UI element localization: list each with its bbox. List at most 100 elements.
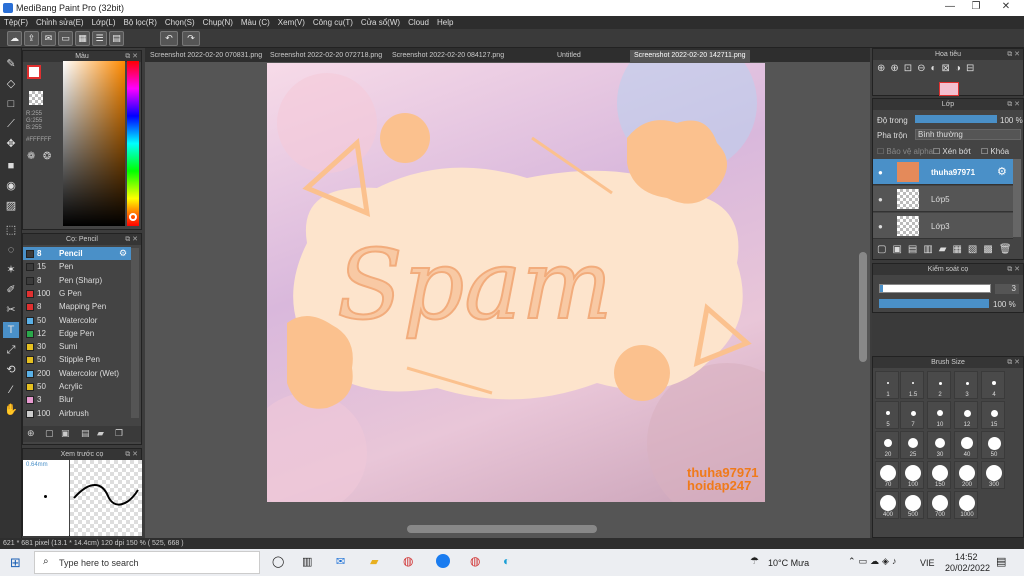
brush-size-value[interactable]: 3 [995, 284, 1019, 294]
brush-item[interactable]: 50 Acrylic [23, 380, 131, 393]
brush-size-cell[interactable]: 1 [875, 371, 899, 399]
panel-icon[interactable]: ▤ [109, 31, 124, 46]
eraser-tool-icon[interactable]: ◇ [3, 76, 19, 92]
brush-size-cell[interactable]: 700 [927, 491, 951, 519]
menu-filter[interactable]: Bộ lọc(R) [124, 18, 157, 27]
magic-wand-icon[interactable]: ✶ [3, 262, 19, 278]
brush-size-slider[interactable] [879, 284, 991, 293]
brush-size-cell[interactable]: 100 [900, 461, 924, 489]
layer-row[interactable]: ● Lớp5 [873, 186, 1013, 212]
brush-size-cell[interactable]: 400 [875, 491, 899, 519]
windows-start-icon[interactable]: ⊞ [10, 555, 21, 571]
brush-item[interactable]: 100 G Pen [23, 287, 131, 300]
layer-row-active[interactable]: ● thuha97971 ⚙ [873, 159, 1013, 185]
brush-size-cell[interactable]: 15 [981, 401, 1005, 429]
lock-checkbox[interactable]: ☐ Khóa [981, 147, 1009, 156]
brush-size-cell[interactable]: 25 [900, 431, 924, 459]
file-explorer-icon[interactable]: ▰ [370, 555, 378, 568]
menu-color[interactable]: Màu (C) [241, 18, 270, 27]
brush-folder-icon[interactable]: ▰ [97, 428, 104, 439]
layer-scrollbar[interactable] [1013, 159, 1021, 237]
brush-item[interactable]: 30 Sumi [23, 340, 131, 353]
menu-cloud[interactable]: Cloud [408, 18, 429, 27]
brush-item[interactable]: 3 Blur [23, 393, 131, 406]
divide-tool-icon[interactable]: ⤢ [3, 342, 19, 358]
brush-size-cell[interactable]: 300 [981, 461, 1005, 489]
tab-document-5-active[interactable]: Screenshot 2022-02-20 142711.png [630, 50, 750, 62]
lasso-tool-icon[interactable]: ◌ [3, 242, 19, 258]
brush-item[interactable]: 8 Pen (Sharp) [23, 274, 131, 287]
search-box[interactable]: ⌕ Type here to search [34, 551, 260, 574]
select-eraser-icon[interactable]: ✂ [3, 302, 19, 318]
new-brush-icon[interactable]: ▢ [45, 428, 54, 439]
line-tool-icon[interactable]: ⟋ [3, 116, 19, 132]
brush-tool-icon[interactable]: ✎ [3, 56, 19, 72]
tab-document-1[interactable]: Screenshot 2022-02-20 070831.png [150, 50, 262, 62]
brush-size-cell[interactable]: 3 [954, 371, 978, 399]
cloud-icon[interactable]: ☁ [7, 31, 22, 46]
artwork-canvas[interactable]: Spam thuha97971 hoidap247 [267, 63, 765, 502]
brush-size-cell[interactable]: 70 [875, 461, 899, 489]
gradient-tool-icon[interactable]: ▨ [3, 198, 19, 214]
weather-icon[interactable]: ☂ [750, 556, 759, 567]
brush-item[interactable]: 15 Pen [23, 260, 131, 273]
fill-rect-icon[interactable]: ■ [3, 158, 19, 174]
brush-settings-icon[interactable]: ▤ [81, 428, 90, 439]
operation-tool-icon[interactable]: ⟲ [3, 362, 19, 378]
layer-row[interactable]: ● Lớp3 [873, 213, 1013, 239]
layer-visible-icon[interactable]: ● [878, 222, 883, 231]
brush-size-cell[interactable]: 20 [875, 431, 899, 459]
system-tray-icons[interactable]: ⌃▭☁◈♪ [848, 556, 899, 567]
brush-size-cell[interactable]: 10 [927, 401, 951, 429]
hue-slider[interactable] [127, 61, 139, 226]
redo-icon[interactable]: ↷ [182, 31, 200, 46]
clipping-checkbox[interactable]: ☐ Xén bớt [933, 147, 971, 156]
brush-item[interactable]: 50 Watercolor [23, 314, 131, 327]
layer-settings-icon[interactable]: ⚙ [997, 165, 1007, 178]
grid-icon[interactable]: ▦ [75, 31, 90, 46]
rectangle-tool-icon[interactable]: □ [3, 96, 19, 112]
brush-copy-icon[interactable]: ❐ [115, 428, 123, 439]
menu-snap[interactable]: Chụp(N) [203, 18, 233, 27]
undo-icon[interactable]: ↶ [160, 31, 178, 46]
notifications-icon[interactable]: ▤ [996, 555, 1006, 568]
task-view-icon[interactable]: ▥ [302, 555, 312, 568]
menu-help[interactable]: Help [437, 18, 453, 27]
brush-settings-gear-icon[interactable]: ⚙ [119, 248, 127, 259]
brush-size-cell[interactable]: 12 [954, 401, 978, 429]
brush-item[interactable]: 100 Airbrush [23, 407, 131, 420]
brush-item[interactable]: 12 Edge Pen [23, 327, 131, 340]
clock-date[interactable]: 20/02/2022 [945, 563, 990, 573]
clock-time[interactable]: 14:52 [955, 552, 978, 562]
brush-size-cell[interactable]: 2 [927, 371, 951, 399]
tab-document-3[interactable]: Screenshot 2022-02-20 084127.png [392, 50, 504, 62]
chat-icon[interactable]: ▭ [58, 31, 73, 46]
language-indicator[interactable]: VIE [920, 558, 935, 568]
brush-item[interactable]: 50 Stipple Pen [23, 353, 131, 366]
brush-size-cell[interactable]: 1000 [954, 491, 978, 519]
close-button[interactable]: ✕ [992, 1, 1020, 12]
layer-visible-icon[interactable]: ● [878, 168, 883, 177]
menu-edit[interactable]: Chỉnh sửa(E) [36, 18, 84, 27]
layer-visible-icon[interactable]: ● [878, 195, 883, 204]
menu-view[interactable]: Xem(V) [278, 18, 305, 27]
eyedropper-icon[interactable]: ⁄ [3, 382, 19, 398]
brush-size-cell[interactable]: 40 [954, 431, 978, 459]
edge-icon[interactable]: ◐ [503, 554, 510, 568]
brush-size-cell[interactable]: 5 [875, 401, 899, 429]
hue-handle[interactable] [129, 213, 137, 221]
horizontal-scrollbar[interactable] [407, 525, 597, 533]
select-tool-icon[interactable]: ⬚ [3, 222, 19, 238]
cortana-icon[interactable]: ◯ [272, 555, 284, 568]
transparent-color-swatch[interactable] [29, 91, 43, 105]
menu-layer[interactable]: Lớp(L) [92, 18, 116, 27]
brush-item[interactable]: 8 Mapping Pen [23, 300, 131, 313]
brush-opacity-slider[interactable] [879, 299, 989, 308]
bucket-tool-icon[interactable]: ◉ [3, 178, 19, 194]
menu-select[interactable]: Chọn(S) [165, 18, 195, 27]
opacity-slider[interactable] [915, 115, 997, 123]
foreground-color-swatch[interactable] [27, 65, 41, 79]
brush-list-scrollbar[interactable] [131, 248, 139, 418]
add-brush-icon[interactable]: ⊕ [27, 428, 35, 439]
hand-tool-icon[interactable]: ✋ [3, 402, 19, 418]
